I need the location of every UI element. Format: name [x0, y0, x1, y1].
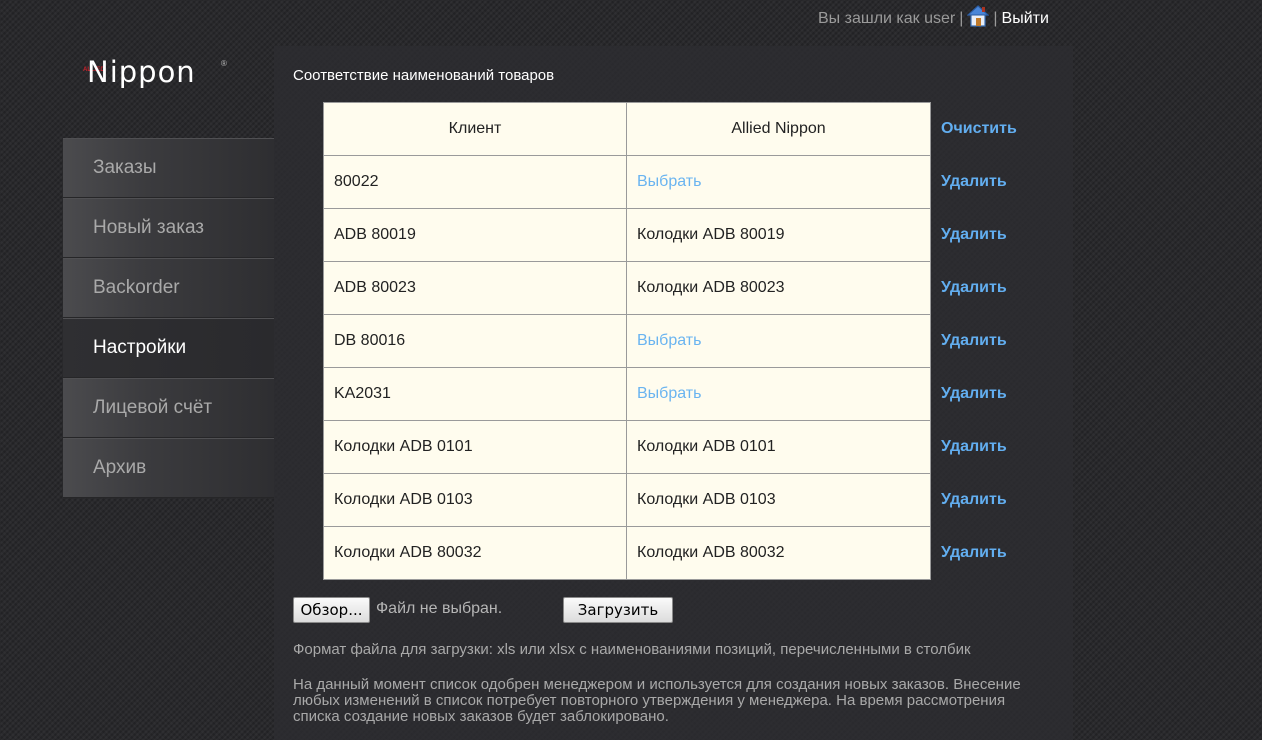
- sidebar-item-label: Архив: [93, 457, 147, 478]
- select-link[interactable]: Выбрать: [637, 385, 701, 402]
- delete-link[interactable]: Удалить: [941, 314, 1041, 367]
- logo-text: Nippon: [87, 55, 196, 89]
- delete-link[interactable]: Удалить: [941, 367, 1041, 420]
- sidebar-item-account[interactable]: Лицевой счёт: [63, 378, 274, 438]
- table-row: 80022 Выбрать: [323, 155, 931, 209]
- client-name-cell: 80022: [323, 155, 627, 209]
- client-name-cell: Колодки ADB 80032: [323, 526, 627, 580]
- select-link[interactable]: Выбрать: [637, 332, 701, 349]
- allied-name-cell: Выбрать: [626, 314, 931, 368]
- logout-link[interactable]: Выйти: [1002, 10, 1049, 28]
- sidebar-item-label: Настройки: [93, 337, 187, 358]
- separator: |: [959, 10, 964, 27]
- sidebar-item-label: Новый заказ: [93, 217, 205, 238]
- delete-link[interactable]: Удалить: [941, 420, 1041, 473]
- table-row: ADB 80023 Колодки ADB 80023: [323, 261, 931, 315]
- sidebar-item-archive[interactable]: Архив: [63, 438, 274, 498]
- sidebar-item-label: Заказы: [93, 157, 157, 178]
- logo[interactable]: ALLIED Nippon ®: [83, 55, 233, 89]
- allied-name-cell: Колодки ADB 0103: [626, 473, 931, 527]
- table-header-row: Клиент Allied Nippon: [323, 102, 931, 156]
- separator: |: [993, 10, 998, 27]
- delete-link[interactable]: Удалить: [941, 155, 1041, 208]
- select-link[interactable]: Выбрать: [637, 173, 701, 190]
- client-name-cell: DB 80016: [323, 314, 627, 368]
- mapping-table: Клиент Allied Nippon 80022 Выбрать ADB 800…: [323, 102, 931, 580]
- table-row: Колодки ADB 0103 Колодки ADB 0103: [323, 473, 931, 527]
- format-note: Формат файла для загрузки: xls или xlsx …: [293, 641, 971, 658]
- table-row: Колодки ADB 80032 Колодки ADB 80032: [323, 526, 931, 580]
- sidebar-item-settings[interactable]: Настройки: [63, 318, 274, 378]
- allied-name-cell: Выбрать: [626, 367, 931, 421]
- allied-name-cell: Выбрать: [626, 155, 931, 209]
- client-name-cell: Колодки ADB 0101: [323, 420, 627, 474]
- delete-link[interactable]: Удалить: [941, 473, 1041, 526]
- allied-name-cell: Колодки ADB 80019: [626, 208, 931, 262]
- sidebar-item-label: Лицевой счёт: [93, 397, 213, 418]
- table-row: ADB 80019 Колодки ADB 80019: [323, 208, 931, 262]
- sidebar-item-new-order[interactable]: Новый заказ: [63, 198, 274, 258]
- clear-link[interactable]: Очистить: [941, 102, 1041, 155]
- table-row: KA2031 Выбрать: [323, 367, 931, 421]
- table-row: Колодки ADB 0101 Колодки ADB 0101: [323, 420, 931, 474]
- upload-button[interactable]: Загрузить: [563, 597, 673, 623]
- delete-link[interactable]: Удалить: [941, 526, 1041, 579]
- client-name-cell: ADB 80019: [323, 208, 627, 262]
- table-row: DB 80016 Выбрать: [323, 314, 931, 368]
- row-actions: Очистить Удалить Удалить Удалить Удалить Уда…: [941, 102, 1041, 579]
- allied-name-cell: Колодки ADB 80032: [626, 526, 931, 580]
- page-title: Соответствие наименований товаров: [293, 67, 555, 84]
- column-header-client: Клиент: [323, 102, 627, 156]
- allied-name-cell: Колодки ADB 80023: [626, 261, 931, 315]
- client-name-cell: KA2031: [323, 367, 627, 421]
- client-name-cell: ADB 80023: [323, 261, 627, 315]
- delete-link[interactable]: Удалить: [941, 208, 1041, 261]
- column-header-allied: Allied Nippon: [626, 102, 931, 156]
- sidebar-item-backorder[interactable]: Backorder: [63, 258, 274, 318]
- delete-link[interactable]: Удалить: [941, 261, 1041, 314]
- sidebar: Заказы Новый заказ Backorder Настройки Л…: [63, 138, 274, 498]
- home-icon[interactable]: [966, 5, 990, 27]
- sidebar-item-orders[interactable]: Заказы: [63, 138, 274, 198]
- allied-name-cell: Колодки ADB 0101: [626, 420, 931, 474]
- logged-in-as-text: Вы зашли как user: [818, 10, 956, 27]
- client-name-cell: Колодки ADB 0103: [323, 473, 627, 527]
- approval-notice: На данный момент список одобрен менеджер…: [293, 676, 1021, 725]
- browse-button[interactable]: Обзор...: [293, 597, 370, 623]
- sidebar-item-label: Backorder: [93, 277, 180, 298]
- user-bar: Вы зашли как user | | Выйти: [818, 5, 1049, 30]
- logo-registered-mark: ®: [221, 59, 227, 68]
- file-status-text: Файл не выбран.: [376, 600, 503, 617]
